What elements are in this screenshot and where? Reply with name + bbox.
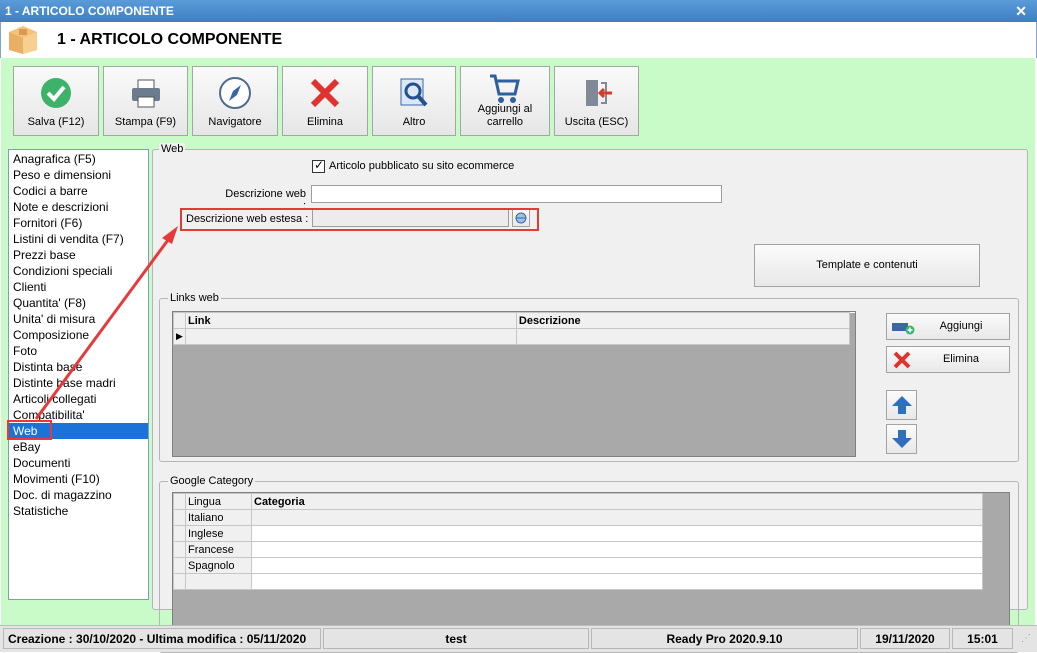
status-version: Ready Pro 2020.9.10 xyxy=(591,628,858,649)
resize-grip-icon[interactable]: ⋰ xyxy=(1021,633,1031,644)
status-user: test xyxy=(323,628,589,649)
status-time: 15:01 xyxy=(952,628,1013,649)
status-bar: Creazione : 30/10/2020 - Ultima modifica… xyxy=(0,625,1037,652)
status-created: Creazione : 30/10/2020 - Ultima modifica… xyxy=(3,628,321,649)
annotation-arrow-icon xyxy=(34,226,178,420)
status-date: 19/11/2020 xyxy=(860,628,950,649)
